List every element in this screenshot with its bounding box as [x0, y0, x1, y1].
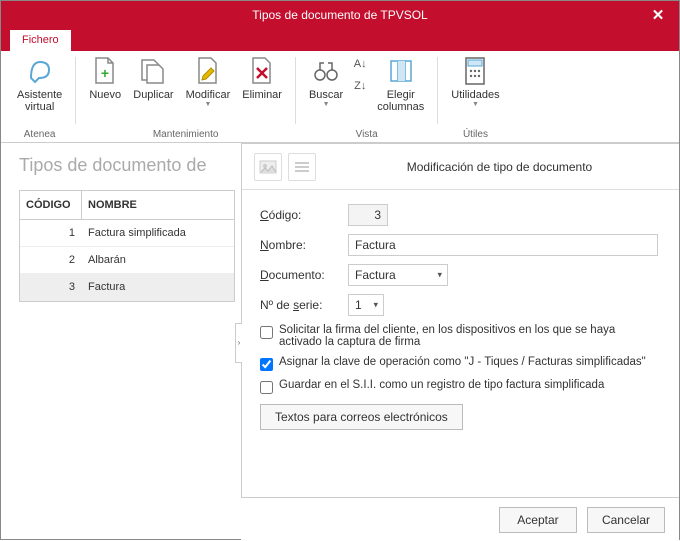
calculator-icon	[459, 55, 491, 87]
utilities-label: Utilidades	[451, 89, 499, 101]
label-name: Nombre:	[260, 238, 306, 253]
sort-desc-icon: Z↓	[354, 80, 366, 92]
group-atenea: Atenea	[11, 128, 68, 142]
delete-label: Eliminar	[242, 89, 282, 101]
modify-label: Modificar	[186, 89, 231, 101]
duplicate-label: Duplicar	[133, 89, 173, 101]
group-view: Vista	[303, 128, 430, 142]
chevron-down-icon: ▼	[323, 101, 330, 108]
ok-button[interactable]: Aceptar	[499, 507, 577, 533]
label-series: Nº de serie:	[260, 298, 322, 313]
code-field: 3	[348, 204, 388, 226]
col-code[interactable]: CÓDIGO	[20, 191, 82, 219]
modify-button[interactable]: Modificar ▼	[180, 53, 237, 110]
delete-icon	[246, 55, 278, 87]
window-title: Tipos de documento de TPVSOL	[252, 8, 427, 22]
assistant-button[interactable]: Asistente virtual	[11, 53, 68, 115]
check-signature-label: Solicitar la firma del cliente, en los d…	[279, 324, 661, 348]
find-button[interactable]: Buscar ▼	[303, 53, 349, 110]
close-button[interactable]: ✕	[643, 1, 673, 29]
types-grid: CÓDIGO NOMBRE 1Factura simplificada2Alba…	[19, 190, 235, 302]
sort-asc-icon: A↓	[354, 58, 367, 70]
columns-icon	[385, 55, 417, 87]
tab-fichero[interactable]: Fichero	[9, 29, 72, 51]
utilities-button[interactable]: Utilidades ▼	[445, 53, 505, 110]
cancel-button[interactable]: Cancelar	[587, 507, 665, 533]
new-file-icon: +	[89, 55, 121, 87]
assistant-icon	[24, 55, 56, 87]
check-sii[interactable]	[260, 381, 273, 394]
cell-code: 3	[20, 274, 82, 300]
detail-panel: › Modificación de tipo de documento Códi…	[241, 143, 679, 541]
name-input[interactable]	[348, 234, 658, 256]
binoculars-icon	[310, 55, 342, 87]
check-signature[interactable]	[260, 326, 273, 339]
table-row[interactable]: 3Factura	[20, 274, 234, 301]
modify-icon	[192, 55, 224, 87]
view-list-icon[interactable]	[288, 153, 316, 181]
table-row[interactable]: 2Albarán	[20, 247, 234, 274]
find-label: Buscar	[309, 89, 343, 101]
new-label: Nuevo	[89, 89, 121, 101]
separator	[437, 57, 438, 124]
new-button[interactable]: + Nuevo	[83, 53, 127, 103]
cell-name: Factura simplificada	[82, 220, 234, 246]
cell-code: 1	[20, 220, 82, 246]
tab-strip: Fichero	[1, 29, 679, 51]
group-utils: Útiles	[445, 128, 505, 142]
duplicate-button[interactable]: Duplicar	[127, 53, 179, 103]
panel-collapse-handle[interactable]: ›	[235, 323, 242, 363]
page-heading: Tipos de documento de	[19, 155, 235, 176]
sort-desc-button[interactable]: Z↓	[349, 75, 371, 97]
series-select[interactable]: 1	[348, 294, 384, 316]
duplicate-icon	[137, 55, 169, 87]
check-assign-key[interactable]	[260, 358, 273, 371]
assistant-label: Asistente virtual	[17, 89, 62, 113]
separator	[75, 57, 76, 124]
separator	[295, 57, 296, 124]
document-select[interactable]: Factura	[348, 264, 448, 286]
sort-asc-button[interactable]: A↓	[349, 53, 371, 75]
cell-code: 2	[20, 247, 82, 273]
chevron-down-icon: ▼	[472, 101, 479, 108]
delete-button[interactable]: Eliminar	[236, 53, 288, 103]
label-document: Documento:	[260, 268, 325, 283]
view-thumb-icon[interactable]	[254, 153, 282, 181]
table-row[interactable]: 1Factura simplificada	[20, 220, 234, 247]
label-code: Código:	[260, 208, 301, 223]
ribbon: Asistente virtual Atenea + Nuevo Duplica…	[1, 51, 679, 143]
email-texts-button[interactable]: Textos para correos electrónicos	[260, 404, 463, 430]
choose-columns-label: Elegir columnas	[377, 89, 424, 113]
col-name[interactable]: NOMBRE	[82, 191, 234, 219]
chevron-down-icon: ▼	[204, 101, 211, 108]
check-sii-label: Guardar en el S.I.I. como un registro de…	[279, 379, 604, 391]
panel-title: Modificación de tipo de documento	[332, 160, 667, 174]
check-assign-key-label: Asignar la clave de operación como "J - …	[279, 356, 646, 368]
cell-name: Albarán	[82, 247, 234, 273]
cell-name: Factura	[82, 274, 234, 300]
choose-columns-button[interactable]: Elegir columnas	[371, 53, 430, 115]
group-maintenance: Mantenimiento	[83, 128, 288, 142]
svg-text:+: +	[101, 65, 109, 81]
